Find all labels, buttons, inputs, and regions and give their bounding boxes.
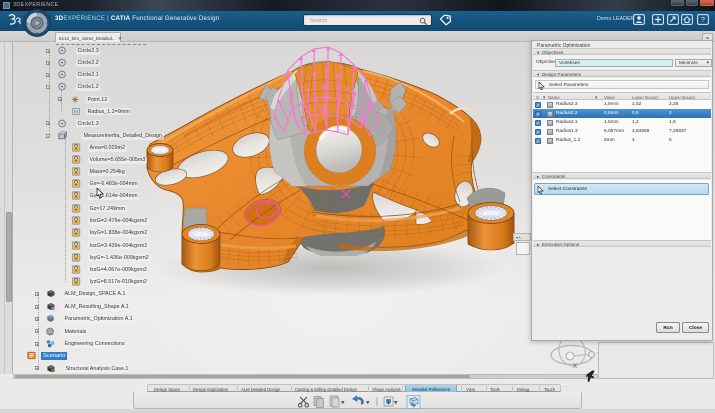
svg-text:▾: ▾ — [341, 400, 345, 407]
svg-text:▾: ▾ — [366, 400, 370, 407]
svg-text:X: X — [573, 364, 577, 370]
svg-text:▾: ▾ — [394, 400, 398, 407]
svg-text:?: ? — [701, 17, 705, 24]
